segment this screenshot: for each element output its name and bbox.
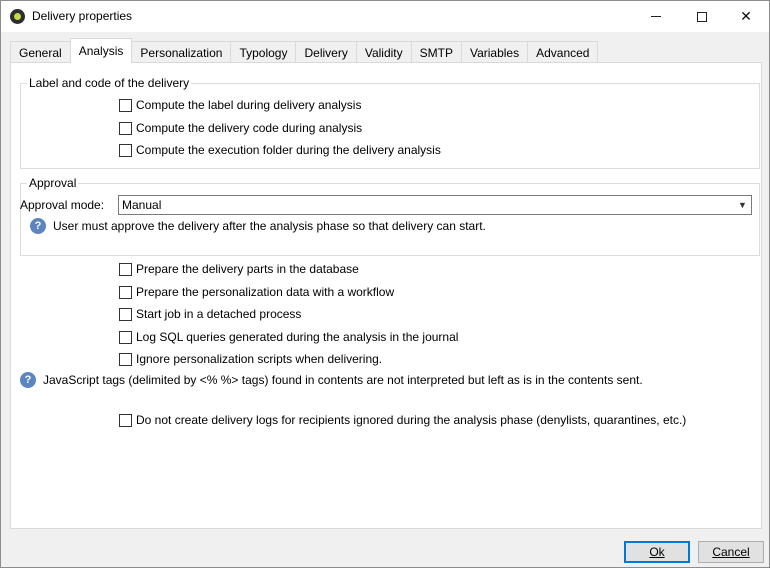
detached-process-option[interactable]: Start job in a detached process [119,306,301,322]
tab-validity[interactable]: Validity [355,41,412,63]
prepare-personalization-text: Prepare the personalization data with a … [136,285,395,299]
close-button[interactable]: ✕ [723,1,769,32]
minimize-button[interactable] [633,1,679,32]
label-code-group-title: Label and code of the delivery [27,76,192,90]
maximize-button[interactable] [679,1,725,32]
log-sql-checkbox[interactable] [119,330,132,344]
ignore-scripts-text: Ignore personalization scripts when deli… [136,352,383,366]
ignore-scripts-checkbox[interactable] [119,352,132,366]
minimize-icon [651,16,661,17]
log-sql-option[interactable]: Log SQL queries generated during the ana… [119,329,458,345]
compute-folder-checkbox[interactable] [119,143,132,157]
compute-code-text: Compute the delivery code during analysi… [136,121,363,135]
tab-general[interactable]: General [10,41,71,63]
compute-label-text: Compute the label during delivery analys… [136,98,362,112]
prepare-parts-option[interactable]: Prepare the delivery parts in the databa… [119,261,359,277]
cancel-button[interactable]: Cancel [698,541,764,563]
compute-folder-text: Compute the execution folder during the … [136,143,441,157]
compute-label-option[interactable]: Compute the label during delivery analys… [119,97,361,113]
approval-mode-label: Approval mode: [20,198,105,212]
tab-personalization[interactable]: Personalization [131,41,232,63]
approval-info: ? User must approve the delivery after t… [30,217,486,235]
approval-mode-value: Manual [122,198,162,212]
compute-folder-option[interactable]: Compute the execution folder during the … [119,142,441,158]
no-delivery-logs-option[interactable]: Do not create delivery logs for recipien… [119,412,686,428]
prepare-parts-text: Prepare the delivery parts in the databa… [136,262,359,276]
detached-process-text: Start job in a detached process [136,307,302,321]
ok-button[interactable]: Ok [624,541,690,563]
javascript-info: ? JavaScript tags (delimited by <% %> ta… [20,371,643,389]
close-icon: ✕ [740,8,752,24]
compute-code-option[interactable]: Compute the delivery code during analysi… [119,120,362,136]
app-logo-icon [10,9,25,24]
cancel-button-label: Cancel [712,545,750,559]
tab-typology[interactable]: Typology [230,41,297,63]
tab-bar: General Analysis Personalization Typolog… [10,38,599,63]
title-bar: Delivery properties ✕ [1,1,769,32]
approval-info-text: User must approve the delivery after the… [53,219,486,233]
detached-process-checkbox[interactable] [119,307,132,321]
window-title: Delivery properties [32,9,133,23]
dialog-window: Delivery properties ✕ General Analysis P… [0,0,770,568]
ok-button-label: Ok [649,545,665,559]
no-delivery-logs-text: Do not create delivery logs for recipien… [136,413,687,427]
ignore-scripts-option[interactable]: Ignore personalization scripts when deli… [119,351,382,367]
tab-smtp[interactable]: SMTP [410,41,462,63]
prepare-personalization-checkbox[interactable] [119,285,132,299]
no-delivery-logs-checkbox[interactable] [119,413,132,427]
tab-variables[interactable]: Variables [460,41,529,63]
analysis-panel: Label and code of the delivery Compute t… [10,62,762,529]
tab-delivery[interactable]: Delivery [295,41,357,63]
chevron-down-icon[interactable]: ▼ [734,196,751,214]
compute-code-checkbox[interactable] [119,121,132,135]
question-mark-icon: ? [30,218,46,234]
question-mark-icon: ? [20,372,36,388]
tab-advanced[interactable]: Advanced [527,41,599,63]
compute-label-checkbox[interactable] [119,98,132,112]
prepare-personalization-option[interactable]: Prepare the personalization data with a … [119,284,394,300]
tab-analysis[interactable]: Analysis [69,38,133,63]
approval-group-title: Approval [27,176,79,190]
prepare-parts-checkbox[interactable] [119,262,132,276]
maximize-icon [697,11,707,22]
log-sql-text: Log SQL queries generated during the ana… [136,330,459,344]
javascript-info-text: JavaScript tags (delimited by <% %> tags… [43,373,643,387]
approval-mode-select[interactable]: Manual ▼ [118,195,752,215]
